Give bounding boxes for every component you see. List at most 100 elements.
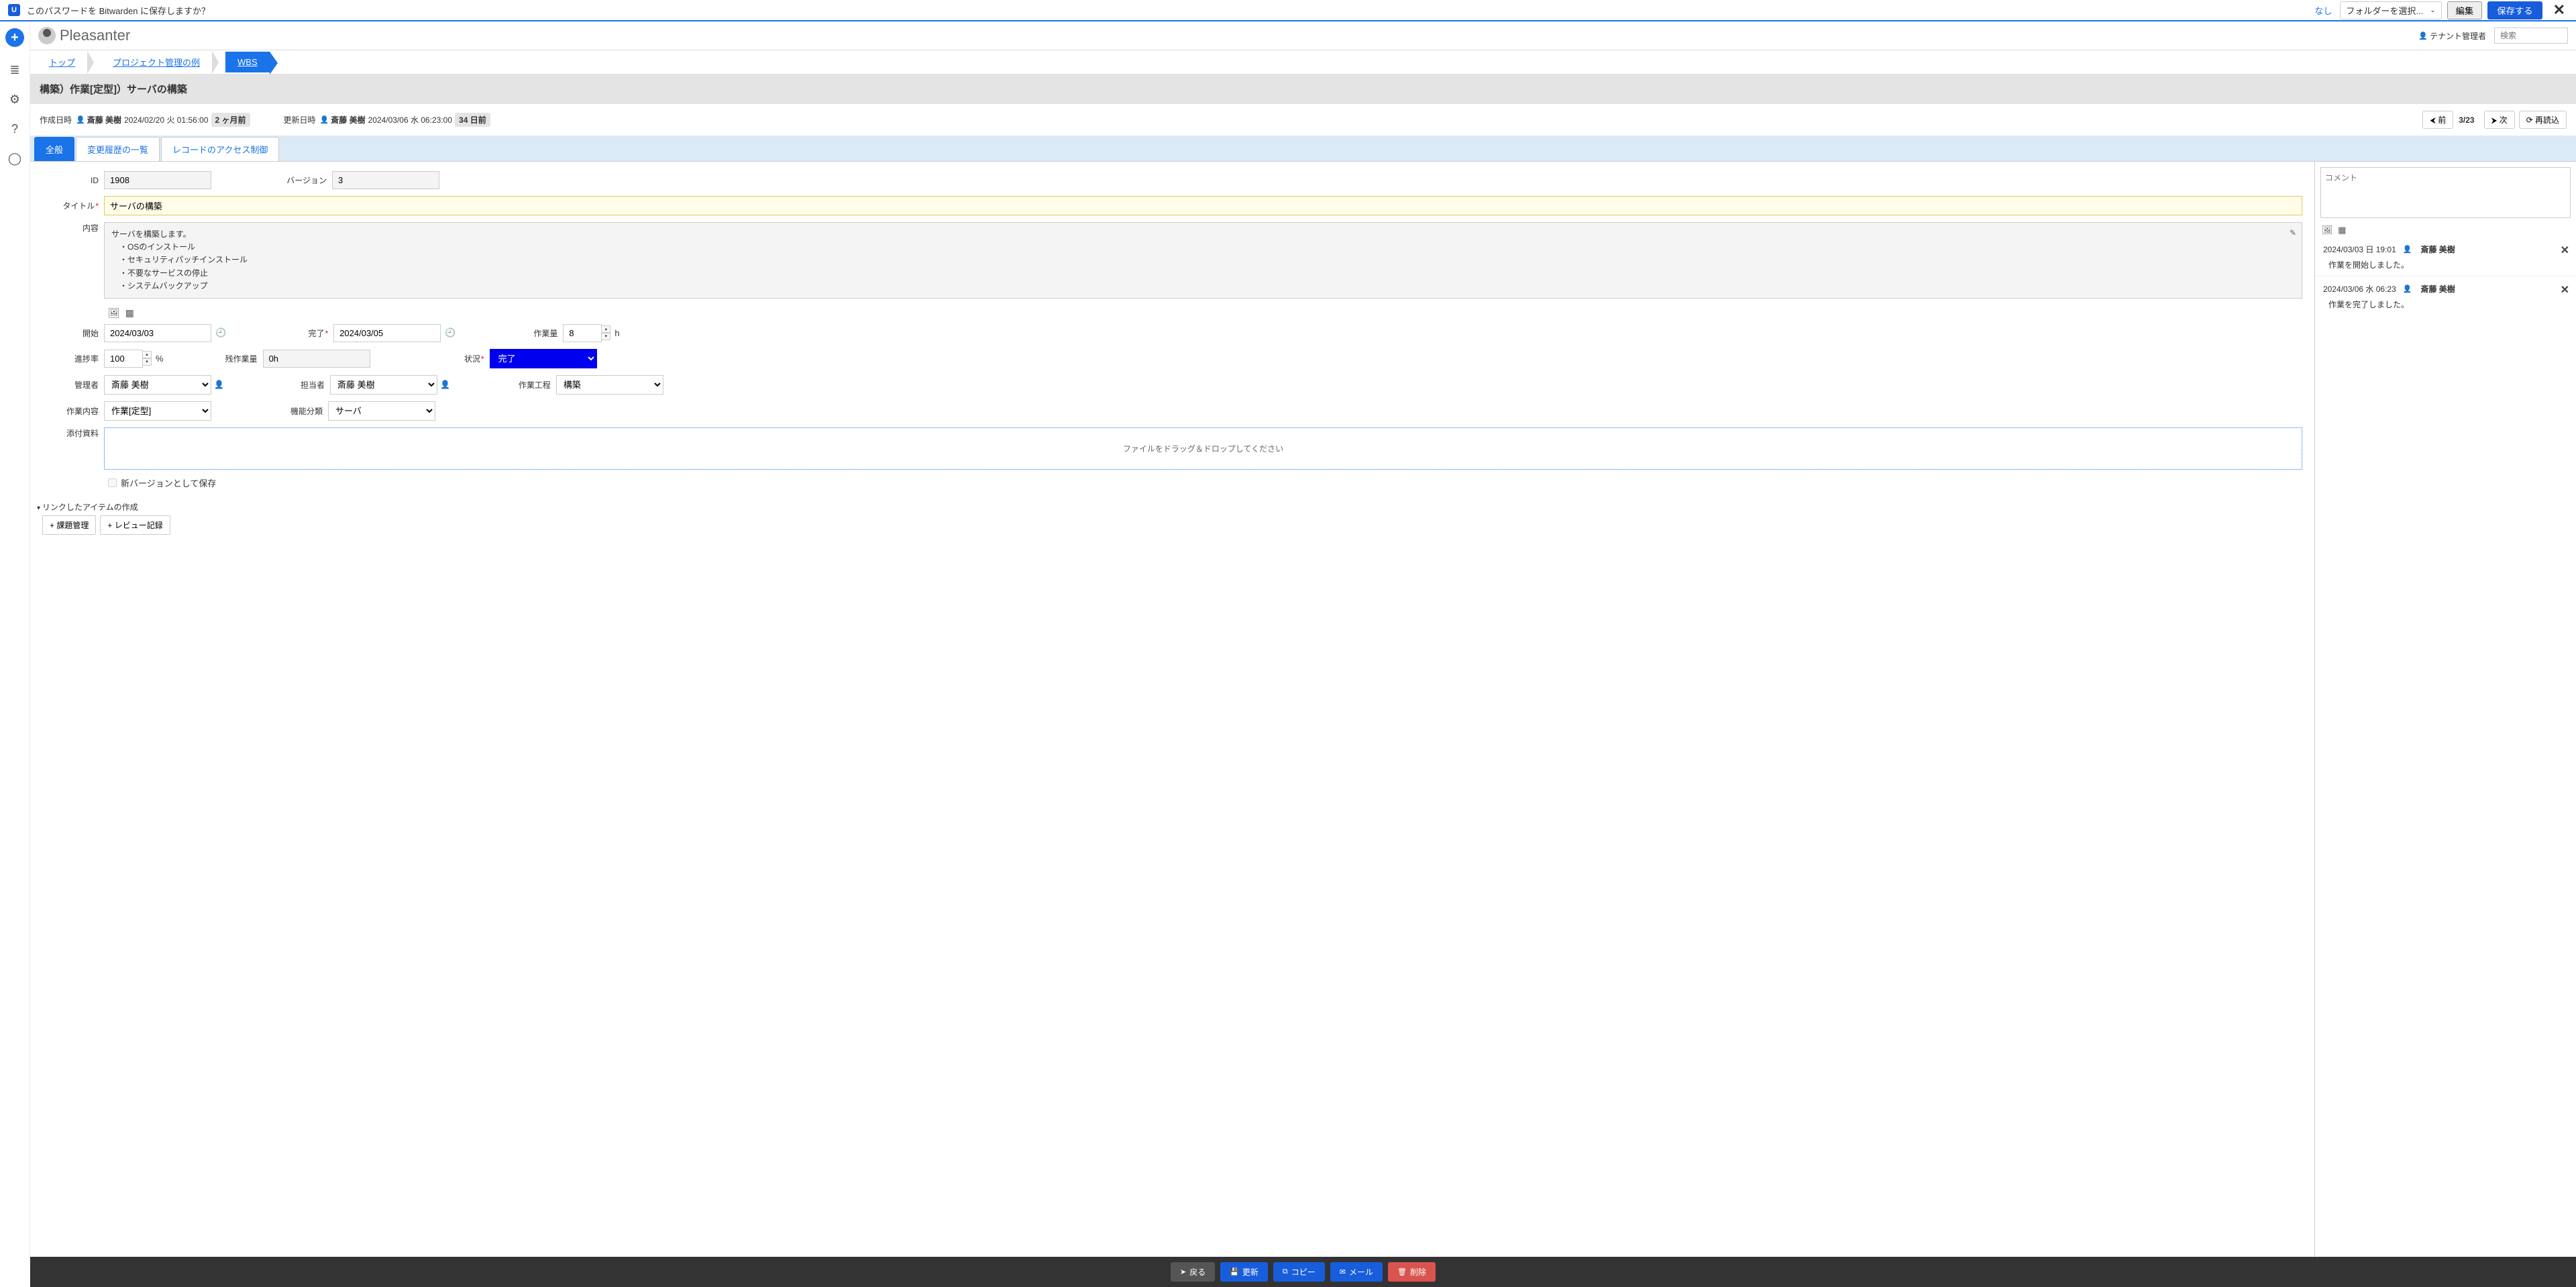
table-icon[interactable]: ▦ (125, 307, 134, 318)
breadcrumb-top[interactable]: トップ (37, 50, 87, 74)
comment-timestamp: 2024/03/03 日 19:01 (2323, 244, 2396, 255)
created-user: 斎藤 美樹 (87, 114, 121, 125)
owner-select[interactable]: 斎藤 美樹 (330, 375, 437, 395)
app-logo[interactable]: Pleasanter (38, 27, 130, 44)
bitwarden-folder-select[interactable]: フォルダーを選択... ⌄ (2340, 1, 2441, 19)
comment-timestamp: 2024/03/06 水 06:23 (2323, 283, 2396, 295)
tab-history[interactable]: 変更履歴の一覧 (76, 137, 160, 161)
breadcrumb-sep-icon (87, 51, 101, 74)
save-new-version-checkbox[interactable] (108, 478, 117, 487)
page-title: 構築）作業[定型]）サーバの構築 (30, 74, 2576, 104)
add-button[interactable]: + (5, 28, 24, 47)
finish-date-input[interactable] (333, 324, 441, 342)
bitwarden-folder-label: フォルダーを選択... (2346, 4, 2423, 17)
person-icon: 👤 (2418, 32, 2428, 40)
person-icon: 👤 (320, 115, 329, 124)
breadcrumb-project[interactable]: プロジェクト管理の例 (101, 50, 212, 74)
mail-icon: ✉ (1340, 1268, 1346, 1276)
image-icon[interactable]: 🖼 (108, 307, 120, 318)
record-meta: 作成日時 👤 斎藤 美樹 2024/02/20 火 01:56:00 2 ヶ月前… (30, 104, 2576, 136)
delete-comment-icon[interactable]: ✕ (2561, 244, 2569, 257)
id-field (104, 171, 211, 189)
version-field (332, 171, 439, 189)
spinner-down-icon[interactable]: ▾ (142, 358, 152, 366)
image-icon[interactable]: 🖼 (2322, 225, 2333, 235)
created-relative: 2 ヶ月前 (211, 113, 250, 127)
comment-body: 作業を開始しました。 (2323, 259, 2568, 270)
clock-icon[interactable]: 🕘 (445, 327, 455, 338)
bitwarden-no-link[interactable]: なし (2314, 4, 2332, 17)
title-input[interactable] (104, 196, 2302, 215)
spinner-down-icon[interactable]: ▾ (601, 333, 610, 340)
spinner-up-icon[interactable]: ▴ (142, 351, 152, 358)
manager-select[interactable]: 斎藤 美樹 (104, 375, 211, 395)
user-icon[interactable]: ◯ (5, 149, 24, 168)
attach-label: 添付資料 (37, 427, 104, 439)
person-icon[interactable]: 👤 (214, 380, 224, 389)
search-input[interactable] (2494, 28, 2568, 44)
progress-unit: % (156, 354, 164, 364)
trash-icon: 🗑 (1397, 1268, 1407, 1276)
attachment-dropzone[interactable]: ファイルをドラッグ＆ドロップしてください (104, 427, 2302, 470)
id-label: ID (37, 176, 104, 185)
mail-button[interactable]: ✉メール (1330, 1262, 1383, 1282)
start-date-input[interactable] (104, 324, 211, 342)
version-label: バージョン (211, 174, 332, 186)
body-display[interactable]: ✎ サーバを構築します。 ・OSのインストール ・セキュリティパッチインストール… (104, 222, 2302, 299)
delete-comment-icon[interactable]: ✕ (2561, 283, 2569, 297)
process-select[interactable]: 構築 (556, 375, 663, 395)
save-new-version-label: 新バージョンとして保存 (121, 476, 216, 489)
bitwarden-prompt: このパスワードを Bitwarden に保存しますか？ (27, 4, 210, 17)
gear-icon[interactable]: ⚙ (5, 90, 24, 109)
tab-access[interactable]: レコードのアクセス制御 (161, 137, 279, 161)
next-record-button[interactable]: ⮞ 次 (2484, 111, 2515, 129)
back-button[interactable]: ➤戻る (1171, 1262, 1215, 1282)
comment-input[interactable] (2320, 167, 2571, 218)
update-button[interactable]: 💾更新 (1220, 1262, 1268, 1282)
back-icon: ➤ (1180, 1268, 1186, 1276)
pencil-icon[interactable]: ✎ (2290, 227, 2296, 240)
work-unit: h (614, 328, 619, 338)
progress-input[interactable] (104, 350, 143, 368)
person-icon: 👤 (2403, 285, 2412, 293)
create-issue-button[interactable]: + 課題管理 (42, 515, 96, 535)
spinner-up-icon[interactable]: ▴ (601, 325, 610, 333)
manager-label: 管理者 (37, 379, 104, 391)
form-area: ID バージョン タイトル* 内容 ✎ サーバを構築します。 ・OSのインストー… (30, 162, 2314, 1257)
worktype-select[interactable]: 作業[定型] (104, 401, 211, 421)
title-label: タイトル* (37, 200, 104, 211)
funcclass-select[interactable]: サーバ (328, 401, 435, 421)
breadcrumb-wbs[interactable]: WBS (225, 52, 270, 72)
copy-button[interactable]: ⧉コピー (1273, 1262, 1325, 1282)
filter-icon[interactable]: ≣ (5, 60, 24, 79)
updated-relative: 34 日前 (455, 113, 490, 127)
bitwarden-edit-button[interactable]: 編集 (2447, 1, 2483, 19)
person-icon[interactable]: 👤 (440, 380, 450, 389)
owner-label: 担当者 (224, 379, 330, 391)
person-icon: 👤 (2403, 245, 2412, 254)
bitwarden-close-icon[interactable]: ✕ (2551, 1, 2568, 19)
start-label: 開始 (37, 327, 104, 339)
comments-panel: 🖼 ▦ ✕ 2024/03/03 日 19:01 👤 斎藤 美樹 作業を開始しま… (2314, 162, 2576, 1257)
work-amount-input[interactable] (563, 324, 602, 342)
comment-item: ✕ 2024/03/06 水 06:23 👤 斎藤 美樹 作業を完了しました。 (2315, 276, 2576, 315)
delete-button[interactable]: 🗑削除 (1388, 1262, 1436, 1282)
process-label: 作業工程 (450, 379, 556, 391)
reload-button[interactable]: ⟳ 再読込 (2519, 111, 2567, 129)
prev-record-button[interactable]: ⮜ 前 (2422, 111, 2453, 129)
clock-icon[interactable]: 🕘 (215, 327, 226, 338)
updated-user: 斎藤 美樹 (331, 114, 365, 125)
help-icon[interactable]: ? (5, 119, 24, 138)
breadcrumb-sep-icon (212, 51, 225, 74)
tenant-label[interactable]: 👤 テナント管理者 (2418, 30, 2486, 42)
progress-label: 進捗率 (37, 353, 104, 364)
create-review-button[interactable]: + レビュー記録 (100, 515, 170, 535)
status-select[interactable]: 完了 (490, 349, 597, 368)
linked-items-header[interactable]: リンクしたアイテムの作成 (37, 499, 2302, 515)
table-icon[interactable]: ▦ (2338, 225, 2346, 235)
tab-general[interactable]: 全般 (34, 137, 74, 161)
bitwarden-save-button[interactable]: 保存する (2487, 1, 2542, 19)
body-label: 内容 (37, 222, 104, 234)
created-label: 作成日時 (40, 114, 72, 125)
breadcrumb: トップ プロジェクト管理の例 WBS (30, 50, 2576, 74)
